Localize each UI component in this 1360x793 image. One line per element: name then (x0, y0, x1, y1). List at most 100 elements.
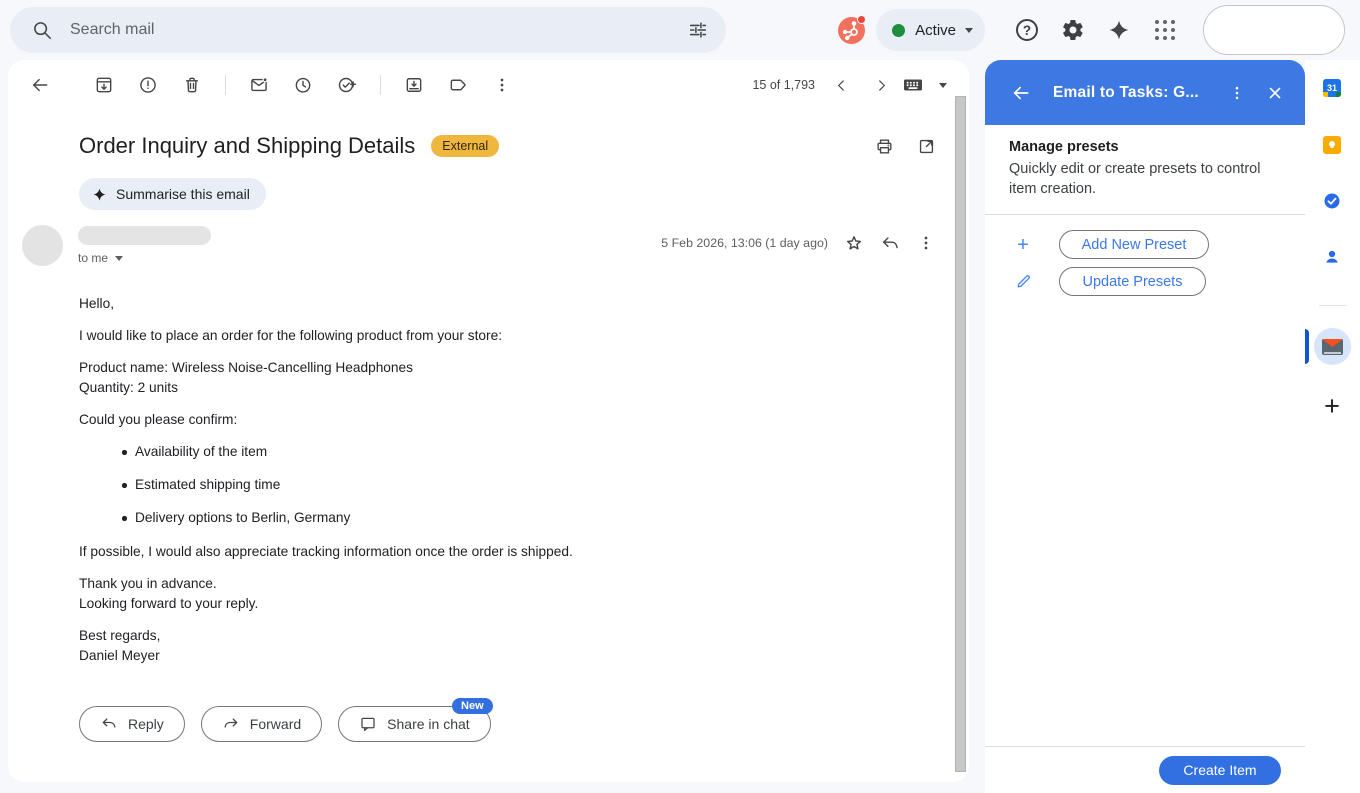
share-label: Share in chat (387, 716, 470, 732)
email-toolbar: 15 of 1,793 (8, 60, 969, 110)
plus-icon: + (1009, 235, 1037, 255)
bullet-item: Availability of the item (135, 442, 849, 462)
bullet-item: Estimated shipping time (135, 475, 849, 495)
reply-button-icon[interactable] (872, 225, 908, 261)
tasks-icon[interactable] (1323, 192, 1341, 210)
strip-divider (1319, 305, 1346, 306)
top-bar: Active ? (0, 0, 1360, 60)
panel-more-button[interactable] (1219, 75, 1255, 111)
body-thanks-line2: Looking forward to your reply. (79, 594, 849, 614)
panel-close-button[interactable] (1257, 75, 1293, 111)
toolbar-right: 15 of 1,793 (752, 65, 947, 105)
sender-name-redacted (78, 226, 211, 245)
toolbar-divider (380, 75, 381, 95)
toolbar-divider (225, 75, 226, 95)
kebab-icon (916, 233, 936, 253)
notification-dot (857, 15, 866, 24)
chevron-down-icon (115, 256, 123, 261)
move-to-button[interactable] (394, 65, 434, 105)
labels-button[interactable] (438, 65, 478, 105)
toolbar-left (20, 65, 522, 105)
body-signature: Daniel Meyer (79, 646, 849, 666)
help-button[interactable]: ? (1007, 10, 1047, 50)
recipient-label: to me (78, 251, 108, 265)
reply-button[interactable]: Reply (79, 706, 185, 742)
top-right-cluster: Active ? (838, 0, 1345, 60)
reply-label: Reply (128, 716, 164, 732)
body-bullet-list: Availability of the item Estimated shipp… (79, 442, 849, 528)
add-new-preset-button[interactable]: Add New Preset (1059, 230, 1209, 259)
panel-back-button[interactable] (1003, 75, 1039, 111)
input-tools-button[interactable] (901, 73, 947, 97)
gemini-button[interactable] (1099, 10, 1139, 50)
update-presets-button[interactable]: Update Presets (1059, 267, 1206, 296)
external-badge: External (431, 135, 499, 157)
reply-icon (100, 715, 118, 733)
add-to-tasks-button[interactable] (327, 65, 367, 105)
status-label: Active (915, 22, 956, 39)
body-product-line: Product name: Wireless Noise-Cancelling … (79, 358, 849, 378)
email-body: Hello, I would like to place an order fo… (79, 294, 849, 666)
chevron-down-icon (939, 83, 947, 88)
search-bar[interactable] (10, 7, 726, 53)
sender-avatar[interactable] (22, 225, 63, 266)
recipient-details-toggle[interactable]: to me (78, 251, 211, 265)
forward-label: Forward (250, 716, 301, 732)
keep-icon[interactable] (1323, 136, 1341, 154)
star-button[interactable] (836, 225, 872, 261)
snooze-button[interactable] (283, 65, 323, 105)
new-badge: New (452, 698, 493, 714)
help-icon: ? (1016, 19, 1038, 41)
email-scrollbar[interactable] (955, 96, 966, 772)
sender-meta: to me (78, 225, 211, 265)
message-meta-actions: 5 Feb 2026, 13:06 (1 day ago) (661, 225, 944, 261)
apps-grid-icon (1155, 20, 1176, 41)
older-email-button[interactable] (861, 65, 901, 105)
back-button[interactable] (20, 65, 60, 105)
pencil-icon (1009, 273, 1037, 290)
hubspot-extension-icon[interactable] (838, 17, 865, 44)
chat-bubble-icon (359, 715, 377, 733)
share-in-chat-button[interactable]: Share in chat New (338, 706, 491, 742)
sender-row: to me 5 Feb 2026, 13:06 (1 day ago) (8, 225, 969, 266)
get-addons-button[interactable]: + (1317, 391, 1347, 421)
search-input[interactable] (68, 20, 678, 40)
message-more-button[interactable] (908, 225, 944, 261)
more-options-button[interactable] (482, 65, 522, 105)
sparkle-icon (1107, 18, 1131, 42)
search-icon[interactable] (22, 10, 62, 50)
addon-panel-header: Email to Tasks: G... (985, 60, 1305, 125)
report-spam-button[interactable] (128, 65, 168, 105)
email-actions: Reply Forward Share in chat New (79, 706, 969, 742)
sparkle-icon (92, 187, 107, 202)
side-panel-strip: 31 + (1305, 60, 1360, 793)
newer-email-button[interactable] (821, 65, 861, 105)
chevron-down-icon (965, 28, 973, 33)
chat-status-selector[interactable]: Active (876, 9, 985, 51)
email-reading-pane: 15 of 1,793 Order Inquiry and Shipping D… (8, 60, 969, 782)
summarize-email-button[interactable]: Summarise this email (79, 178, 266, 210)
google-apps-button[interactable] (1145, 10, 1185, 50)
search-filter-icon[interactable] (678, 10, 718, 50)
mark-unread-button[interactable] (239, 65, 279, 105)
print-button[interactable] (866, 128, 902, 164)
bullet-item: Delivery options to Berlin, Germany (135, 508, 849, 528)
presets-heading: Manage presets (1009, 139, 1281, 155)
forward-icon (222, 715, 240, 733)
account-area[interactable] (1203, 5, 1345, 55)
forward-button[interactable]: Forward (201, 706, 322, 742)
body-intro: I would like to place an order for the f… (79, 326, 849, 346)
addon-panel-footer: Create Item (985, 746, 1305, 793)
contacts-icon[interactable] (1323, 248, 1341, 266)
gear-icon (1061, 18, 1085, 42)
email-to-tasks-addon-icon[interactable] (1314, 328, 1351, 365)
body-tracking-line: If possible, I would also appreciate tra… (79, 542, 849, 562)
settings-button[interactable] (1053, 10, 1093, 50)
archive-button[interactable] (84, 65, 124, 105)
body-signoff: Best regards, (79, 626, 849, 646)
open-in-new-button[interactable] (908, 128, 944, 164)
delete-button[interactable] (172, 65, 212, 105)
calendar-icon[interactable]: 31 (1323, 79, 1341, 97)
panel-divider (985, 214, 1305, 215)
create-item-button[interactable]: Create Item (1159, 756, 1281, 785)
